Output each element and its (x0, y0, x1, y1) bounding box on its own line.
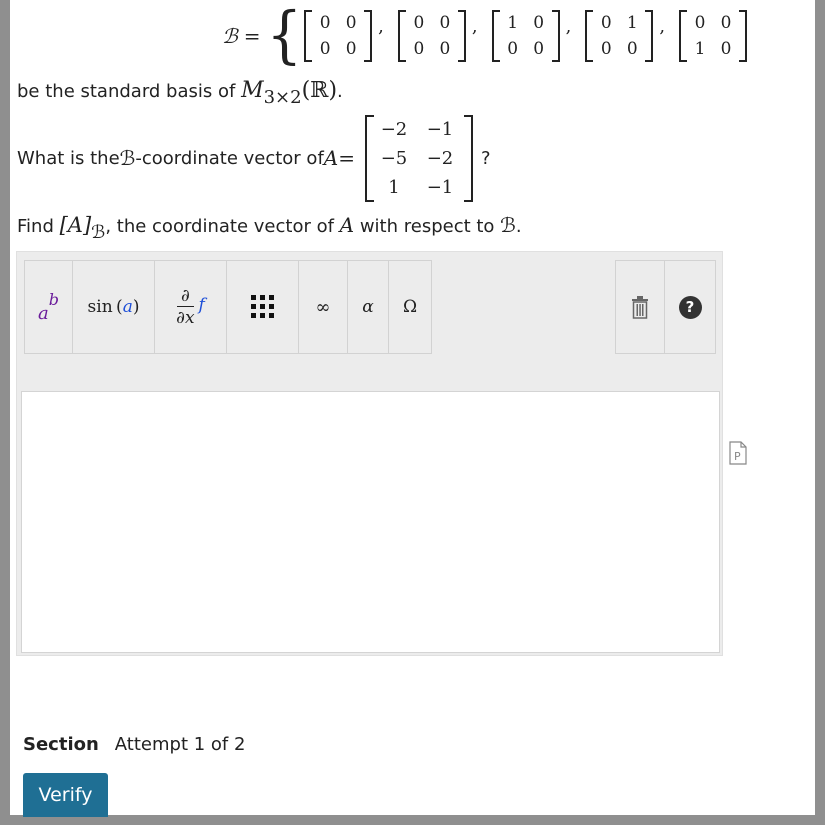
trash-icon (632, 296, 648, 319)
answer-input-area[interactable] (21, 391, 720, 653)
find-instruction: Find [A]ℬ, the coordinate vector of A wi… (17, 213, 522, 243)
matrix-grid-icon (250, 295, 274, 318)
svg-text:P: P (734, 450, 741, 463)
section-label: Section (23, 734, 99, 755)
basis-matrix-3: 10 00 (491, 10, 560, 62)
basis-definition: ℬ = { 00 00 , 00 00 , 10 00 , 01 00 , 00… (222, 0, 748, 76)
verify-button[interactable]: Verify (23, 773, 108, 817)
math-toolbar: ab sin (a) ∂ ∂x f ∞ α Ω (24, 260, 432, 354)
clear-button[interactable] (615, 260, 665, 354)
infinity-button[interactable]: ∞ (299, 260, 348, 354)
alpha-button[interactable]: α (348, 260, 389, 354)
alpha-icon: α (362, 297, 374, 317)
partial-derivative-button[interactable]: ∂ ∂x f (155, 260, 227, 354)
omega-icon: Ω (402, 297, 418, 317)
sin-function-button[interactable]: sin (a) (73, 260, 155, 354)
matrix-button[interactable] (227, 260, 299, 354)
basis-description: be the standard basis of M3×2(ℝ). (17, 78, 343, 108)
basis-matrix-4: 01 00 (585, 10, 654, 62)
question-text: What is the ℬ -coordinate vector of A = −… (17, 114, 491, 202)
document-p-icon[interactable]: P (728, 441, 748, 465)
open-brace: { (266, 0, 303, 72)
basis-matrix-2: 00 00 (397, 10, 466, 62)
editor-actions: ? (615, 260, 716, 354)
help-button[interactable]: ? (665, 260, 716, 354)
math-editor: ab sin (a) ∂ ∂x f ∞ α Ω ? (16, 251, 723, 656)
basis-matrix-5: 00 10 (679, 10, 748, 62)
power-button[interactable]: ab (24, 260, 73, 354)
help-icon: ? (678, 295, 702, 319)
basis-symbol: ℬ (222, 24, 238, 48)
infinity-icon: ∞ (315, 296, 331, 318)
matrix-a: −2 −1 −5 −2 1 −1 (365, 114, 473, 202)
basis-matrix-1: 00 00 (304, 10, 373, 62)
omega-button[interactable]: Ω (389, 260, 432, 354)
section-status: Section Attempt 1 of 2 (23, 734, 245, 755)
attempt-counter: Attempt 1 of 2 (114, 734, 246, 755)
equals-sign: = (243, 24, 261, 48)
